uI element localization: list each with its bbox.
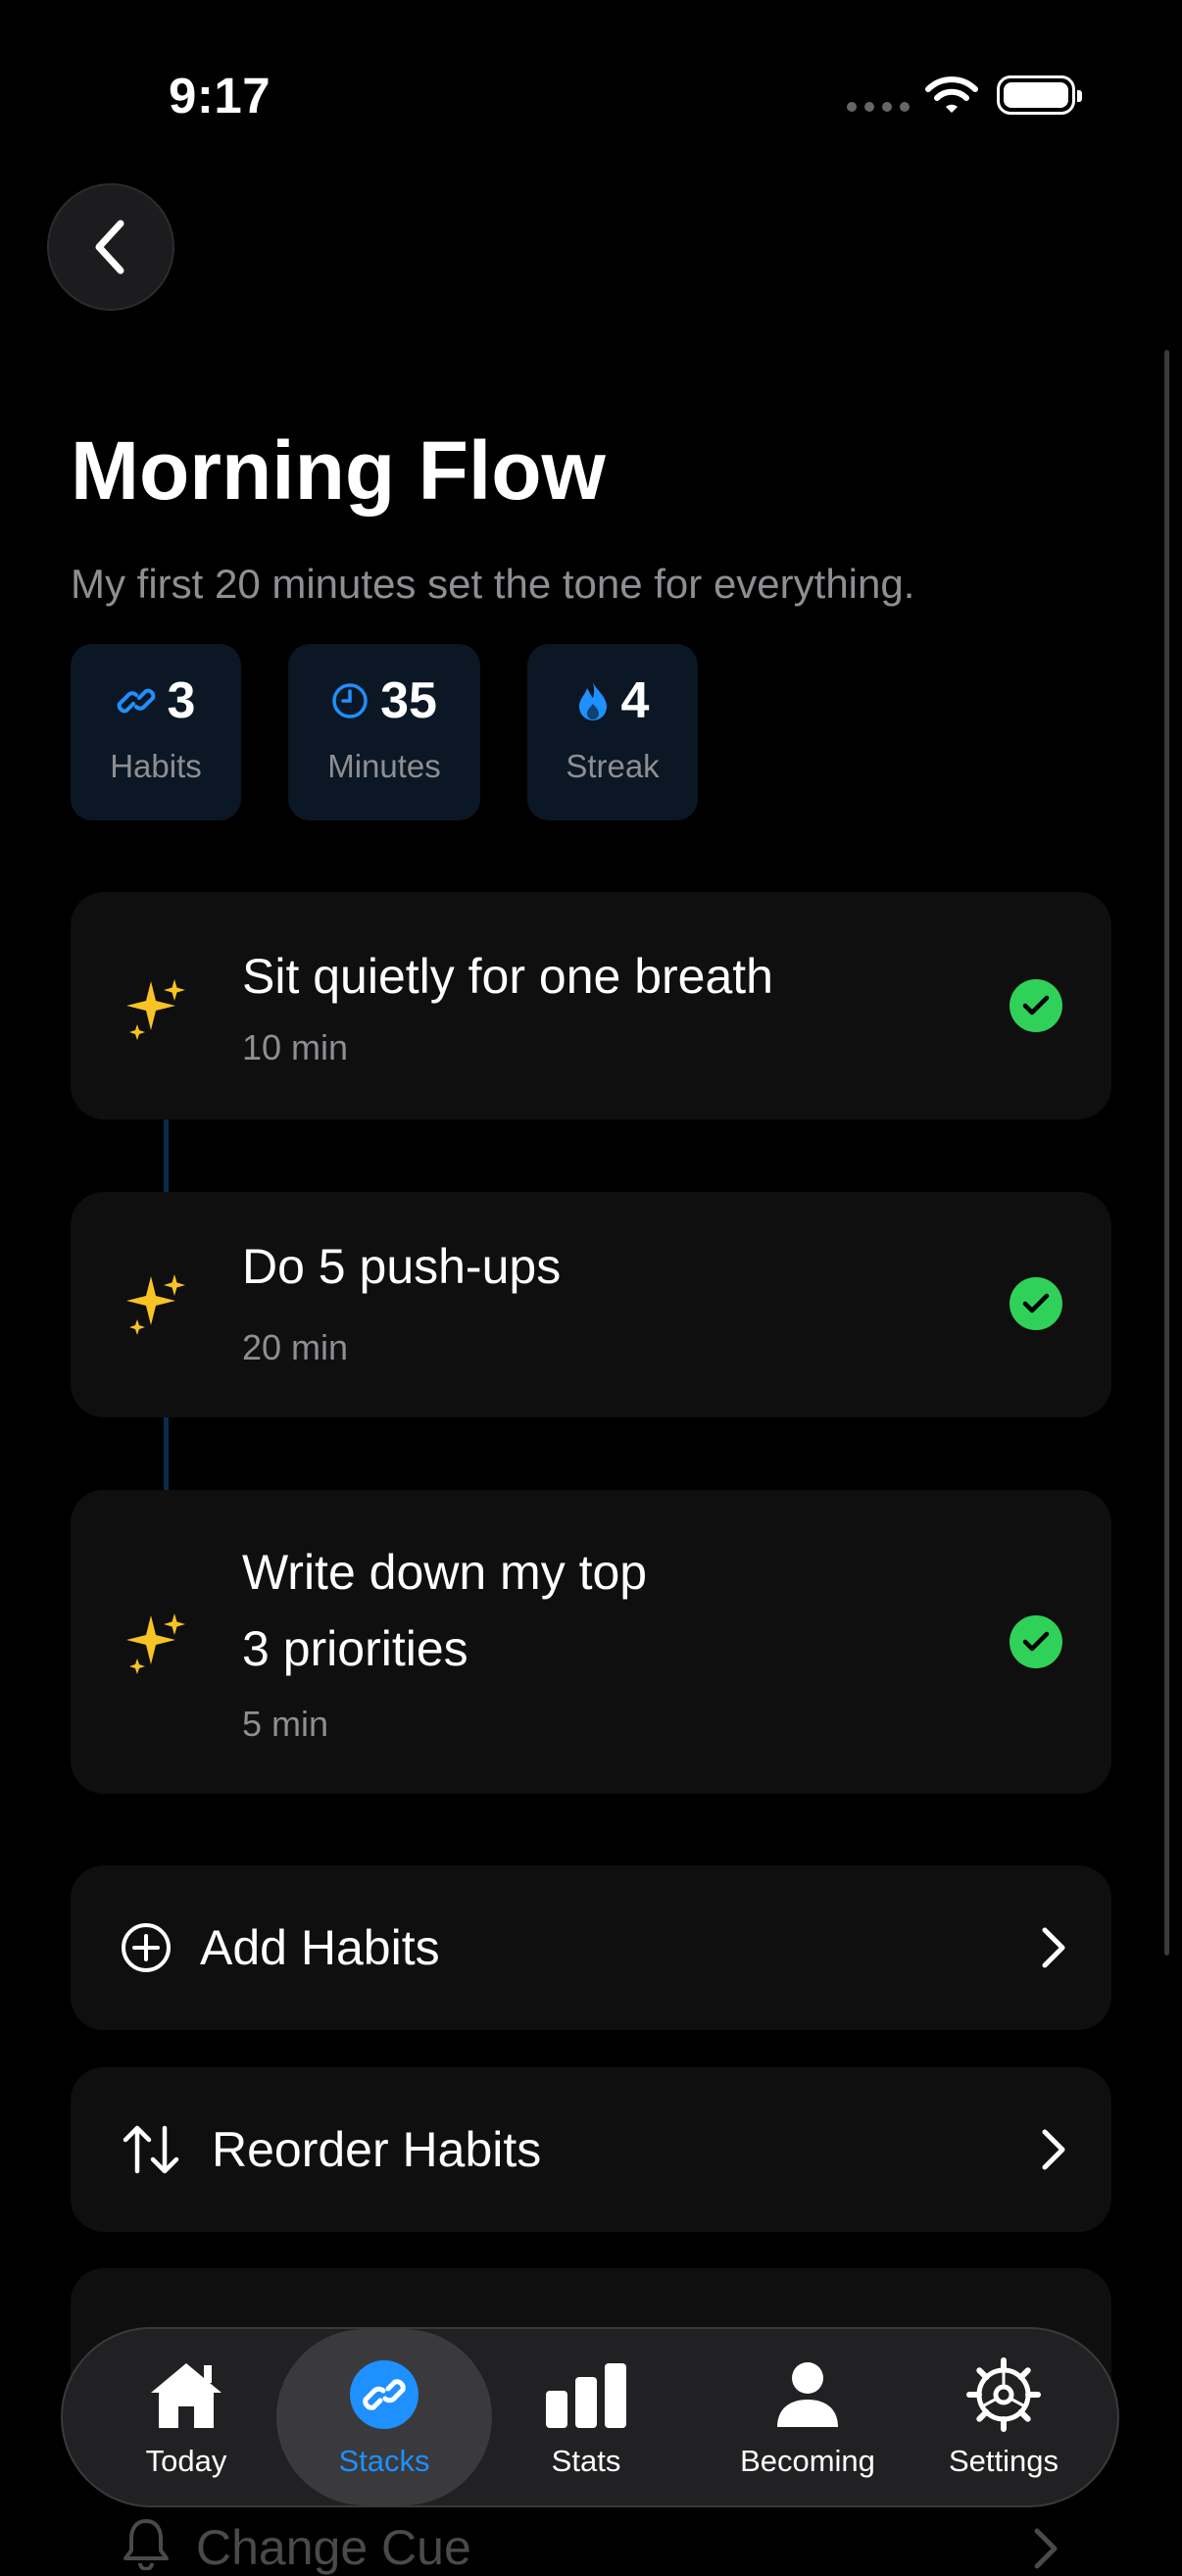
link-icon	[350, 2360, 419, 2429]
stat-minutes-value: 35	[380, 672, 437, 729]
status-time: 9:17	[169, 68, 271, 124]
clock-icon	[332, 683, 368, 718]
stat-streak: 4 Streak	[527, 644, 698, 820]
tab-stats-label: Stats	[551, 2444, 621, 2478]
tab-bar: Today Stacks Stats Becoming Settings	[61, 2327, 1119, 2507]
plus-circle-icon	[122, 1923, 171, 1972]
sparkles-icon	[126, 1274, 185, 1335]
habit-card[interactable]: Do 5 push-ups 20 min	[71, 1192, 1111, 1417]
reorder-habits-label: Reorder Habits	[212, 2122, 542, 2177]
completed-check-icon[interactable]	[1010, 1277, 1062, 1330]
stat-minutes: 35 Minutes	[288, 644, 480, 820]
stat-streak-value: 4	[620, 672, 650, 729]
reorder-arrows-icon	[123, 2125, 179, 2174]
gear-icon	[966, 2357, 1041, 2432]
wifi-icon	[925, 76, 978, 113]
tab-settings[interactable]: Settings	[915, 2329, 1092, 2505]
chevron-right-icon	[1034, 2528, 1058, 2569]
stat-minutes-label: Minutes	[327, 748, 441, 784]
sparkles-icon	[126, 979, 185, 1040]
completed-check-icon[interactable]	[1010, 1615, 1062, 1668]
stat-habits-label: Habits	[110, 748, 202, 784]
link-icon	[117, 688, 155, 714]
habit-name-line2: 3 priorities	[242, 1621, 468, 1676]
habit-duration: 20 min	[242, 1327, 349, 1367]
house-icon	[151, 2363, 222, 2428]
bell-icon	[123, 2519, 169, 2570]
habit-name: Sit quietly for one breath	[242, 949, 773, 1004]
battery-icon	[997, 75, 1082, 115]
chevron-left-icon	[95, 220, 124, 274]
habit-name-line1: Write down my top	[242, 1545, 648, 1600]
tab-today[interactable]: Today	[98, 2329, 274, 2505]
stack-connector	[164, 1119, 169, 1192]
back-button[interactable]	[47, 183, 174, 311]
habit-duration: 5 min	[242, 1704, 329, 1744]
tab-today-label: Today	[145, 2444, 227, 2478]
completed-check-icon[interactable]	[1010, 979, 1062, 1032]
page-title: Morning Flow	[71, 424, 606, 517]
habit-card[interactable]: Write down my top 3 priorities 5 min	[71, 1490, 1111, 1794]
tab-settings-label: Settings	[948, 2444, 1059, 2478]
stat-habits-value: 3	[167, 672, 196, 729]
person-icon	[777, 2362, 838, 2427]
stat-streak-label: Streak	[566, 748, 660, 784]
tab-stacks-label: Stacks	[338, 2444, 430, 2478]
reorder-habits-button[interactable]: Reorder Habits	[71, 2067, 1111, 2232]
habit-card[interactable]: Sit quietly for one breath 10 min	[71, 892, 1111, 1119]
scrollbar[interactable]	[1164, 350, 1169, 1956]
change-cue-label[interactable]: Change Cue	[196, 2519, 471, 2576]
stack-description: My first 20 minutes set the tone for eve…	[71, 561, 915, 607]
add-habits-label: Add Habits	[200, 1920, 440, 1975]
bar-chart-icon	[546, 2363, 626, 2428]
tab-becoming[interactable]: Becoming	[690, 2329, 925, 2505]
add-habits-button[interactable]: Add Habits	[71, 1865, 1111, 2030]
flame-icon	[578, 682, 607, 720]
tab-stats[interactable]: Stats	[498, 2329, 674, 2505]
stack-connector	[164, 1417, 169, 1490]
habit-name: Do 5 push-ups	[242, 1239, 562, 1294]
cellular-signal-icon	[847, 102, 910, 112]
chevron-right-icon	[1042, 1927, 1065, 1968]
habit-duration: 10 min	[242, 1027, 349, 1067]
stat-habits: 3 Habits	[71, 644, 241, 820]
sparkles-icon	[126, 1613, 185, 1674]
chevron-right-icon	[1042, 2129, 1065, 2170]
tab-stacks[interactable]: Stacks	[276, 2329, 492, 2505]
tab-becoming-label: Becoming	[740, 2444, 875, 2478]
